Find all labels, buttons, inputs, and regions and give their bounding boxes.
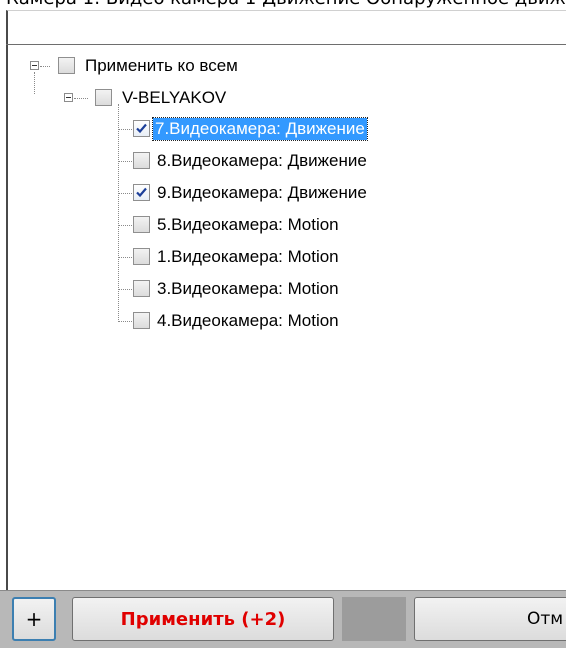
tree-connector	[118, 129, 132, 130]
root-checkbox[interactable]	[58, 57, 75, 74]
tree-connector	[74, 98, 88, 99]
tree-connector	[118, 257, 132, 258]
camera-checkbox[interactable]	[133, 216, 150, 233]
camera-item-label[interactable]: 9.Видеокамера: Движение	[157, 182, 367, 204]
camera-tree: Применить ко всем V-BELYAKOV 7.Видеокаме…	[0, 0, 566, 590]
apply-button[interactable]: Применить (+2)	[72, 597, 334, 641]
cancel-button[interactable]: Отм	[414, 597, 566, 641]
camera-item-label[interactable]: 7.Видеокамера: Движение	[152, 117, 368, 141]
camera-checkbox[interactable]	[133, 120, 150, 137]
camera-item-label[interactable]: 5.Видеокамера: Motion	[157, 214, 339, 236]
button-bar: + Применить (+2) Отм	[0, 590, 566, 648]
add-button[interactable]: +	[12, 597, 56, 641]
root-label[interactable]: Применить ко всем	[85, 55, 238, 77]
camera-checkbox[interactable]	[133, 280, 150, 297]
tree-connector	[118, 161, 132, 162]
camera-item-label[interactable]: 1.Видеокамера: Motion	[157, 246, 339, 268]
checkmark-icon	[136, 123, 147, 134]
tree-connector	[34, 72, 35, 94]
camera-checkbox[interactable]	[133, 312, 150, 329]
camera-checkbox[interactable]	[133, 152, 150, 169]
tree-connector	[118, 321, 132, 322]
camera-item-label[interactable]: 4.Видеокамера: Motion	[157, 310, 339, 332]
server-checkbox[interactable]	[95, 89, 112, 106]
tree-connector	[40, 66, 50, 67]
camera-checkbox[interactable]	[133, 184, 150, 201]
button-spacer	[342, 597, 406, 641]
camera-item-label[interactable]: 3.Видеокамера: Motion	[157, 278, 339, 300]
tree-connector	[118, 289, 132, 290]
tree-connector	[118, 225, 132, 226]
checkmark-icon	[136, 187, 147, 198]
camera-item-label[interactable]: 8.Видеокамера: Движение	[157, 150, 367, 172]
collapse-toggle-icon[interactable]	[30, 61, 39, 70]
collapse-toggle-icon[interactable]	[64, 93, 73, 102]
camera-checkbox[interactable]	[133, 248, 150, 265]
tree-connector	[118, 193, 132, 194]
server-label[interactable]: V-BELYAKOV	[122, 87, 226, 109]
